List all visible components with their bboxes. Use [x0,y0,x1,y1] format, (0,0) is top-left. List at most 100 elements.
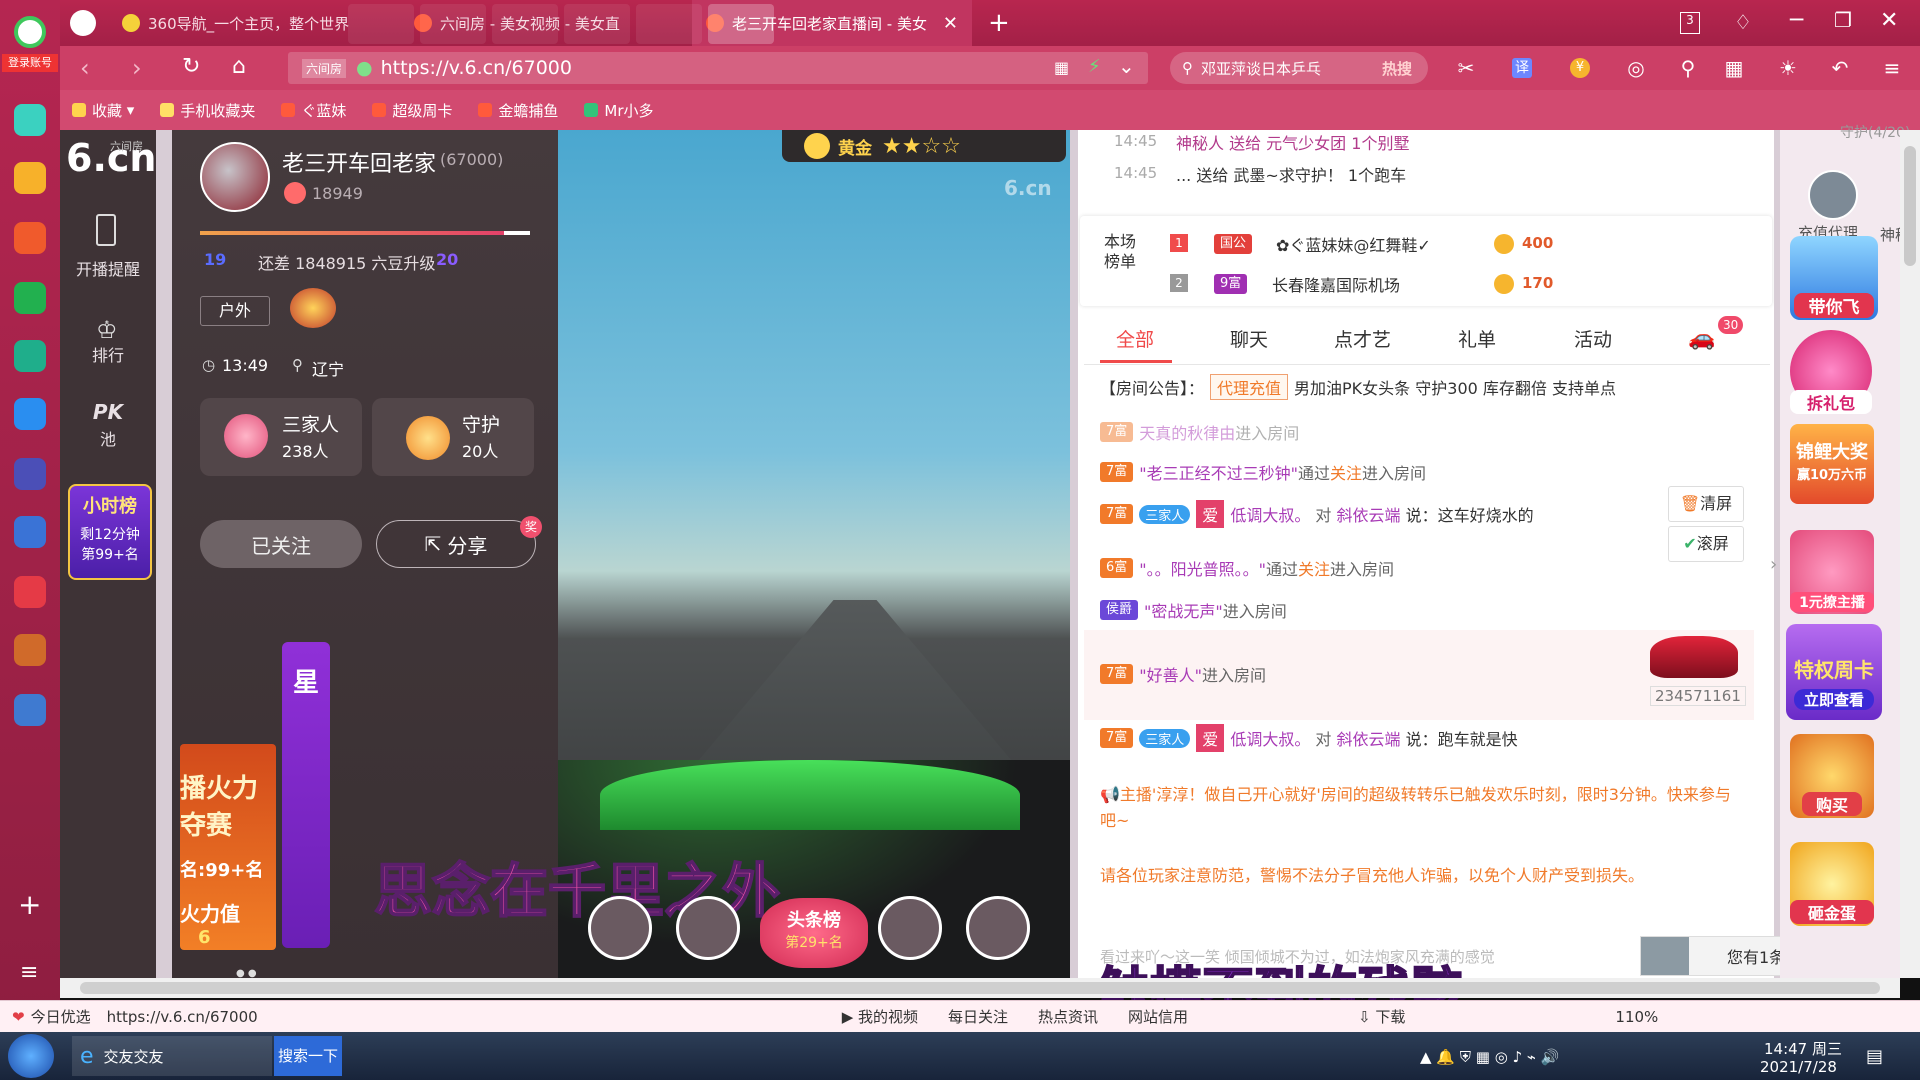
clock-date[interactable]: 2021/7/28 [1760,1058,1837,1076]
url-field[interactable]: 六间房 ● https://v.6.cn/67000 [288,52,1148,84]
taskbar-ie[interactable] [420,4,486,44]
top-list-badge[interactable]: 头条榜 第29+名 [760,898,868,968]
undo-icon[interactable]: ↶ [1830,58,1850,78]
treasure-buy-button[interactable]: 购买 [1790,734,1874,818]
bookmark-lanmei[interactable]: ぐ蓝妹 [281,100,346,121]
bookmark-favorites[interactable]: 收藏 ▾ [72,100,134,121]
tab-activity[interactable]: 活动 [1574,325,1612,352]
nav-ranking[interactable]: 排行 [60,342,156,366]
taskbar-explorer[interactable] [492,4,558,44]
flash-icon[interactable]: ⚡ [1088,56,1101,77]
gift-pack-button[interactable]: 拆礼包 [1790,330,1872,414]
category-tag[interactable]: 户外 [200,296,270,326]
taskbar-player[interactable] [636,4,702,44]
fire-contest-banner[interactable]: 播火力 夺赛 名:99+名 火力值 6 [180,744,276,950]
viewer-avatar[interactable] [676,896,740,960]
gold-medal-badge[interactable]: 黄金 ★★☆☆ [782,130,1066,162]
taskbar-search-button[interactable]: 搜索一下 [274,1036,342,1076]
bookmark-mobile[interactable]: 手机收藏夹 [160,100,255,121]
favorite-star-icon[interactable] [14,162,46,194]
close-window-button[interactable]: ✕ [1880,8,1898,33]
translate-icon[interactable]: 译 [1512,58,1532,78]
restore-button[interactable]: ❐ [1834,8,1852,32]
forward-icon[interactable]: › [132,54,142,82]
horizontal-scrollbar[interactable] [60,978,1900,998]
scroll-toggle-button[interactable]: ✔滚屏 [1668,526,1744,562]
refresh-icon[interactable]: ↻ [182,54,200,79]
week-card-button[interactable]: 特权周卡 立即查看 [1786,624,1882,720]
word-icon[interactable] [14,516,46,548]
car-icon[interactable]: 🚗 [1688,326,1715,351]
apps-grid-icon[interactable]: ▦ [1724,58,1744,78]
menu-icon[interactable]: ≡ [1882,58,1902,78]
taskbar-k-app[interactable] [348,4,414,44]
hour-rank-card[interactable]: 小时榜 剩12分钟 第99+名 [68,484,152,580]
take-you-fly-button[interactable]: 带你飞 [1790,236,1878,320]
sidebar-menu-icon[interactable]: ≡ [20,960,38,985]
share-button[interactable]: ⇱ 分享 [376,520,536,568]
taskbar-game[interactable] [708,4,774,44]
coin-icon[interactable]: ¥ [1570,58,1590,78]
add-sidebar-icon[interactable]: + [18,888,41,921]
one-yuan-button[interactable]: 1元撩主播 [1790,530,1874,614]
brightness-icon[interactable]: ☀ [1778,58,1798,78]
tab-chat[interactable]: 聊天 [1230,325,1268,352]
viewer-avatar[interactable] [878,896,942,960]
skin-icon[interactable]: ♢ [1734,10,1752,34]
hot-news-link[interactable]: 热点资讯 [1038,1006,1098,1027]
my-video-link[interactable]: ▶ 我的视频 [842,1006,918,1027]
carousel-dots[interactable]: ● ● [236,968,266,979]
notification-icon[interactable]: ▤ [1866,1046,1883,1067]
nav-pk-icon[interactable]: PK [60,400,156,424]
guard-card[interactable]: 守护 20人 [372,398,534,476]
browser-logo-icon[interactable] [70,10,96,36]
tab-all[interactable]: 全部 [1116,325,1154,352]
login-button[interactable]: 登录账号 [2,54,58,72]
shop-icon[interactable] [14,694,46,726]
ie-logo-icon[interactable] [14,16,46,48]
tray-icons[interactable]: ▲ 🔔 ⛨ ▦ ◎ ♪ ⌁ 🔊 [1420,1048,1559,1066]
cloud-icon[interactable] [14,340,46,372]
follow-button[interactable]: 已关注 [200,520,362,568]
taskbar-browser-item[interactable]: e 交友交友 [72,1036,272,1076]
zoom-level[interactable]: 110% [1615,1008,1658,1026]
sidebar-expand-icon[interactable]: › [1770,554,1777,575]
bookmark-fishing[interactable]: 金蟾捕鱼 [478,100,558,121]
ranking-title[interactable]: 本场榜单 [1104,232,1144,272]
rank-user[interactable]: 长春隆嘉国际机场 [1272,272,1400,296]
news-icon[interactable] [14,458,46,490]
download-link[interactable]: ⇩ 下载 [1358,1006,1405,1027]
site-credit-link[interactable]: 网站信用 [1128,1006,1188,1027]
search-input[interactable]: ⚲ 邓亚萍谈日本乒乓 热搜 [1170,52,1428,84]
page-scrollbar[interactable] [1900,130,1920,978]
game-icon[interactable] [14,634,46,666]
bookmark-weekcard[interactable]: 超级周卡 [372,100,452,121]
tab-count-badge[interactable]: 3 [1680,12,1700,34]
tab-talent[interactable]: 点才艺 [1334,325,1391,352]
family-card[interactable]: 三家人 238人 [200,398,362,476]
agent-recharge-link[interactable]: 代理充值 [1210,374,1289,400]
sidebar-app-icon[interactable] [14,104,46,136]
viewer-avatar[interactable] [966,896,1030,960]
tab-gift-list[interactable]: 礼单 [1458,325,1496,352]
close-tab-icon[interactable]: ✕ [933,13,958,34]
avatar[interactable] [200,142,270,212]
gamepad-icon[interactable]: ◎ [1626,58,1646,78]
smash-egg-button[interactable]: 砸金蛋 [1790,842,1874,926]
daily-follow-link[interactable]: 每日关注 [948,1006,1008,1027]
hot-search-badge[interactable]: 热搜 [1382,58,1412,79]
xiaohongshu-icon[interactable] [14,576,46,608]
nav-live-remind[interactable]: 开播提醒 [60,256,156,280]
clock-time[interactable]: 14:47 周三 [1764,1038,1842,1059]
daily-pick-link[interactable]: 今日优选 [31,1006,91,1027]
weibo-icon[interactable] [14,222,46,254]
star-event-banner[interactable]: 星 [282,642,330,948]
find-icon[interactable]: ⚲ [1678,58,1698,78]
cut-icon[interactable]: ✂ [1456,58,1476,78]
start-button[interactable] [8,1034,54,1078]
site-logo[interactable]: 6.cn 六间房 [66,134,156,188]
home-icon[interactable]: ⌂ [232,54,246,79]
new-tab-button[interactable]: + [988,8,1010,38]
bookmark-mrxiaoduo[interactable]: Mr小多 [584,100,654,121]
koi-prize-button[interactable]: 锦鲤大奖 赢10万六币 [1790,424,1874,504]
